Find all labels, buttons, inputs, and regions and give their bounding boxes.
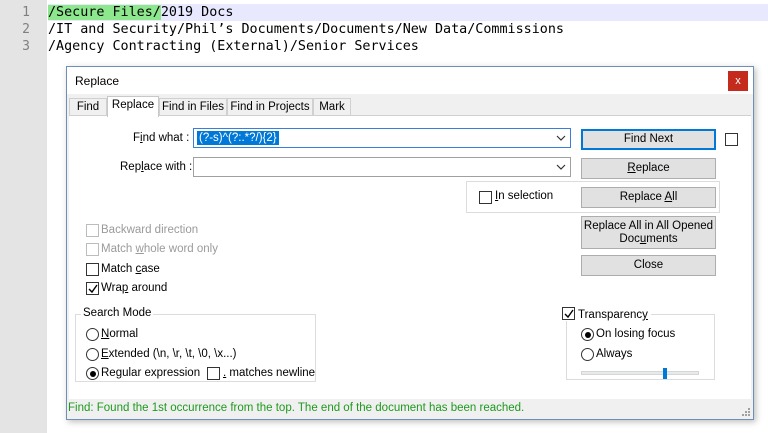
checkmark-icon bbox=[564, 309, 574, 319]
replace-button[interactable]: Replace bbox=[581, 158, 716, 179]
match-whole-word-label: Match whole word only bbox=[101, 243, 218, 255]
on-losing-focus-radio[interactable] bbox=[581, 328, 594, 341]
replace-with-combobox[interactable] bbox=[193, 157, 571, 177]
in-selection-checkbox[interactable] bbox=[479, 191, 492, 204]
line-number-gutter bbox=[0, 0, 47, 433]
line-number: 1 bbox=[22, 5, 30, 20]
close-dialog-button[interactable]: x bbox=[728, 71, 748, 91]
transparency-slider-thumb[interactable] bbox=[662, 368, 667, 379]
editor-line[interactable]: /Agency Contracting (External)/Senior Se… bbox=[48, 38, 419, 55]
replace-all-button[interactable]: Replace All bbox=[581, 187, 716, 208]
tab-replace[interactable]: Replace bbox=[107, 96, 159, 117]
resize-grip-icon[interactable] bbox=[741, 407, 751, 417]
tab-mark[interactable]: Mark bbox=[313, 98, 351, 116]
match-case-label: Match case bbox=[101, 263, 160, 275]
editor-line[interactable]: /Secure Files/2019 Docs bbox=[48, 4, 768, 21]
tab-find[interactable]: Find bbox=[69, 98, 107, 116]
regex-mode-radio[interactable] bbox=[86, 367, 99, 380]
search-mode-title: Search Mode bbox=[81, 307, 154, 319]
match-case-checkbox[interactable] bbox=[86, 263, 99, 276]
tab-find-in-files[interactable]: Find in Files bbox=[159, 98, 227, 116]
backward-direction-label: Backward direction bbox=[101, 224, 199, 236]
find-what-label: Find what : bbox=[133, 132, 190, 144]
editor-line[interactable]: /IT and Security/Phil’s Documents/Docume… bbox=[48, 21, 564, 38]
on-losing-focus-label: On losing focus bbox=[596, 328, 676, 340]
transparency-label: Transparency bbox=[578, 309, 648, 321]
extended-mode-label: Extended (\n, \r, \t, \0, \x...) bbox=[101, 348, 237, 360]
always-radio[interactable] bbox=[581, 348, 594, 361]
find-next-button[interactable]: Find Next bbox=[581, 129, 716, 150]
replace-dialog: Replace x Find Replace Find in Files Fin… bbox=[66, 66, 754, 420]
transparency-checkbox[interactable] bbox=[562, 307, 575, 320]
chevron-down-icon[interactable] bbox=[555, 132, 567, 144]
always-label: Always bbox=[596, 348, 633, 360]
dialog-title: Replace bbox=[75, 74, 120, 88]
regex-mode-label: Regular expression bbox=[101, 367, 201, 379]
backward-direction-checkbox[interactable] bbox=[86, 224, 99, 237]
find-what-combobox[interactable]: (?-s)^(?:.*?/){2} bbox=[193, 128, 571, 148]
close-button[interactable]: Close bbox=[581, 255, 716, 276]
matches-newline-checkbox[interactable] bbox=[207, 367, 220, 380]
line-number: 3 bbox=[22, 39, 30, 54]
editor-line-text: 2019 Docs bbox=[160, 5, 234, 20]
matches-newline-label: . matches newline bbox=[223, 367, 316, 379]
replace-with-label: Replace with : bbox=[120, 161, 193, 173]
normal-mode-label: Normal bbox=[101, 328, 139, 340]
replace-all-in-all-opened-documents-button[interactable]: Replace All in All Opened Documents bbox=[581, 216, 716, 249]
find-next-option-checkbox[interactable] bbox=[725, 133, 738, 146]
chevron-down-icon[interactable] bbox=[555, 161, 567, 173]
transparency-slider-track[interactable] bbox=[581, 371, 699, 375]
extended-mode-radio[interactable] bbox=[86, 348, 99, 361]
match-whole-word-checkbox[interactable] bbox=[86, 243, 99, 256]
find-what-value: (?-s)^(?:.*?/){2} bbox=[197, 131, 279, 145]
dialog-titlebar[interactable]: Replace x bbox=[67, 67, 753, 94]
wrap-around-checkbox[interactable] bbox=[86, 282, 99, 295]
wrap-around-label: Wrap around bbox=[101, 282, 168, 294]
normal-mode-radio[interactable] bbox=[86, 328, 99, 341]
search-match-highlight: /Secure Files/ bbox=[48, 5, 161, 20]
in-selection-label: In selection bbox=[495, 190, 554, 202]
line-number: 2 bbox=[22, 22, 30, 37]
transparency-title: Transparency bbox=[559, 307, 651, 321]
tab-find-in-projects[interactable]: Find in Projects bbox=[227, 98, 313, 116]
checkmark-icon bbox=[88, 284, 98, 294]
status-message: Find: Found the 1st occurrence from the … bbox=[68, 402, 525, 414]
replace-tab-panel: Find what : (?-s)^(?:.*?/){2} Replace wi… bbox=[69, 115, 751, 399]
status-bar: Find: Found the 1st occurrence from the … bbox=[67, 399, 753, 419]
